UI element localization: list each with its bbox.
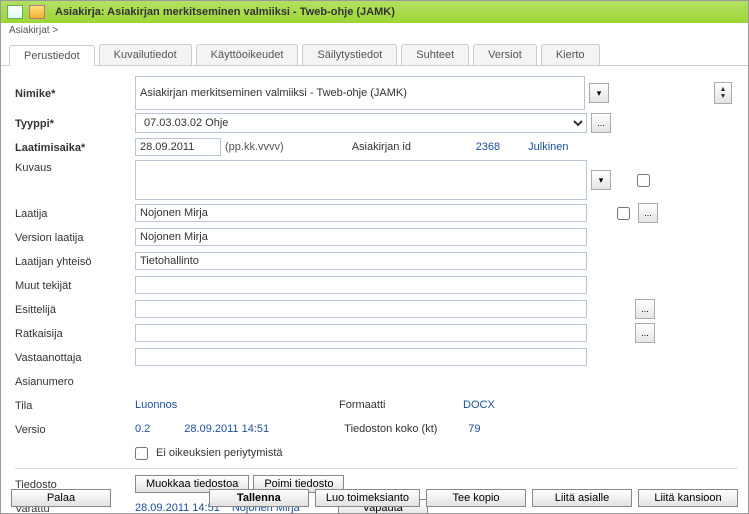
tab-suhteet[interactable]: Suhteet <box>401 44 469 65</box>
label-tiedoston-koko: Tiedoston koko (kt) <box>344 423 464 435</box>
value-formaatti: DOCX <box>463 399 495 411</box>
muut-tekijat-input[interactable] <box>135 276 587 294</box>
ratkaisija-input[interactable] <box>135 324 587 342</box>
label-asiakirjan-id: Asiakirjan id <box>352 141 472 153</box>
esittelija-input[interactable] <box>135 300 587 318</box>
ratkaisija-more-button[interactable]: ... <box>635 323 655 343</box>
label-formaatti: Formaatti <box>339 399 459 411</box>
tallenna-button[interactable]: Tallenna <box>209 489 309 507</box>
tab-perustiedot[interactable]: Perustiedot <box>9 45 95 66</box>
label-laatija: Laatija <box>15 206 135 220</box>
label-vastaanottaja: Vastaanottaja <box>15 350 135 364</box>
tee-kopio-button[interactable]: Tee kopio <box>426 489 526 507</box>
luo-toimeksianto-button[interactable]: Luo toimeksianto <box>315 489 420 507</box>
esittelija-more-button[interactable]: ... <box>635 299 655 319</box>
vastaanottaja-input[interactable] <box>135 348 587 366</box>
value-tila: Luonnos <box>135 399 335 411</box>
label-ratkaisija: Ratkaisija <box>15 326 135 340</box>
ei-oikeuksien-checkbox[interactable] <box>135 447 148 460</box>
version-laatija-input[interactable] <box>135 228 587 246</box>
kuvaus-checkbox[interactable] <box>637 174 650 187</box>
value-tiedoston-koko: 79 <box>468 423 480 435</box>
label-tila: Tila <box>15 398 135 412</box>
tyyppi-select[interactable]: 07.03.03.02 Ohje <box>135 113 587 133</box>
tab-versiot[interactable]: Versiot <box>473 44 537 65</box>
value-versio-num: 0.2 <box>135 423 150 435</box>
kuvaus-expand-button[interactable]: ▾ <box>591 170 611 190</box>
laatija-checkbox[interactable] <box>617 207 630 220</box>
nimike-input[interactable] <box>135 76 585 110</box>
tyyppi-more-button[interactable]: ... <box>591 113 611 133</box>
label-version-laatija: Version laatija <box>15 230 135 244</box>
tab-kuvailutiedot[interactable]: Kuvailutiedot <box>99 44 192 65</box>
value-julkisuus: Julkinen <box>528 141 568 153</box>
breadcrumb-root[interactable]: Asiakirjat > <box>9 25 58 36</box>
folder-icon <box>29 5 45 19</box>
title-bar: Asiakirja: Asiakirjan merkitseminen valm… <box>1 1 748 23</box>
tab-kierto[interactable]: Kierto <box>541 44 600 65</box>
laatimisaika-input[interactable] <box>135 138 221 156</box>
nimike-expand-button[interactable]: ▾ <box>589 83 609 103</box>
palaa-button[interactable]: Palaa <box>11 489 111 507</box>
laatija-more-button[interactable]: ... <box>638 203 658 223</box>
label-asianumero: Asianumero <box>15 374 135 388</box>
value-versio-date: 28.09.2011 14:51 <box>184 423 340 435</box>
laatijan-yhteiso-input[interactable] <box>135 252 587 270</box>
label-versio: Versio <box>15 422 135 436</box>
liita-kansioon-button[interactable]: Liitä kansioon <box>638 489 738 507</box>
tab-sailytystiedot[interactable]: Säilytystiedot <box>302 44 397 65</box>
liita-asialle-button[interactable]: Liitä asialle <box>532 489 632 507</box>
laatija-input[interactable] <box>135 204 587 222</box>
window-title: Asiakirja: Asiakirjan merkitseminen valm… <box>55 6 395 18</box>
label-esittelija: Esittelijä <box>15 302 135 316</box>
label-tyyppi: Tyyppi* <box>15 116 135 130</box>
tab-kayttooikeudet[interactable]: Käyttöoikeudet <box>196 44 299 65</box>
label-kuvaus: Kuvaus <box>15 160 135 174</box>
label-muut-tekijat: Muut tekijät <box>15 278 135 292</box>
kuvaus-textarea[interactable] <box>135 160 587 200</box>
footer-bar: Palaa Tallenna Luo toimeksianto Tee kopi… <box>11 489 738 507</box>
document-icon <box>7 5 23 19</box>
value-asiakirjan-id: 2368 <box>476 141 500 153</box>
date-format-hint: (pp.kk.vvvv) <box>225 141 284 153</box>
breadcrumb: Asiakirjat > <box>1 23 748 38</box>
tab-bar: Perustiedot Kuvailutiedot Käyttöoikeudet… <box>1 38 748 66</box>
label-nimike: Nimike* <box>15 86 135 100</box>
label-laatimisaika: Laatimisaika* <box>15 140 135 154</box>
label-laatijan-yhteiso: Laatijan yhteisö <box>15 254 135 268</box>
label-ei-oikeuksien: Ei oikeuksien periytymistä <box>156 447 283 459</box>
nimike-spinner[interactable]: ▲▼ <box>714 82 732 104</box>
